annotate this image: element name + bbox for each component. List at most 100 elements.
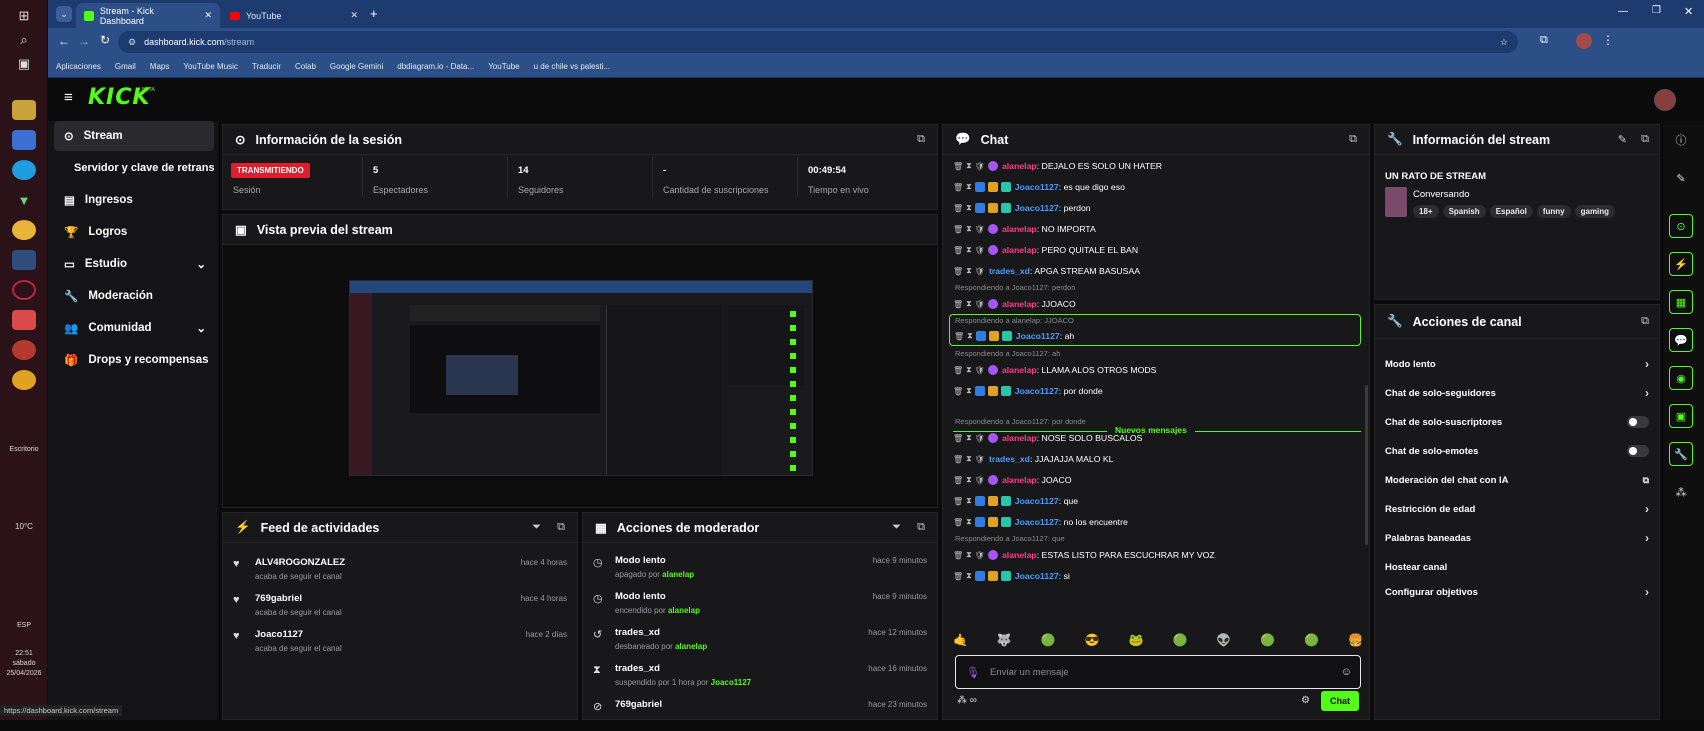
chat-message[interactable]: 🗑 ⧗ 🛡 alanelap: PERO QUITALE EL BAN [953,241,1359,259]
language-indicator[interactable]: ESP [2,622,46,629]
chat-message[interactable]: 🗑 ⧗ Joaco1127: no los encuentre [953,513,1359,531]
close-icon[interactable]: ✕ [350,10,358,21]
bookmark-item[interactable]: Aplicaciones [56,62,101,71]
edit-pencil-icon[interactable]: ✎ [1669,166,1693,190]
user-avatar[interactable] [1654,89,1676,111]
emote-icon[interactable]: 🟢 [1172,633,1187,653]
activity-widget-icon[interactable]: ⚡ [1669,252,1693,276]
chat-message[interactable]: 🗑 ⧗ Joaco1127: si [953,567,1359,585]
file-explorer-icon[interactable] [12,100,36,120]
emote-icon[interactable]: 🟢 [1304,633,1319,653]
hamburger-menu-icon[interactable]: ≡ [64,89,73,106]
bookmark-item[interactable]: dbdiagram.io - Data... [397,62,474,71]
trash-icon[interactable]: 🗑 [953,551,963,560]
menu-dots-icon[interactable]: ⋮ [1602,33,1614,47]
info-icon[interactable]: ⓘ [1669,128,1693,152]
chat-username[interactable]: Joaco1127 [1015,517,1059,527]
trash-icon[interactable]: 🗑 [953,204,963,213]
app-yellow-icon[interactable] [12,370,36,390]
chat-message[interactable]: 🗑 ⧗ Joaco1127: ah [949,314,1361,346]
emote-icon[interactable]: 🤙 [953,633,968,653]
trash-icon[interactable]: 🗑 [953,518,963,527]
popout-icon[interactable]: ⧉ [917,133,925,146]
app-v-icon[interactable]: ▼ [12,190,36,210]
timeout-icon[interactable]: ⧗ [966,224,972,234]
edge-icon[interactable] [12,160,36,180]
chat-username[interactable]: alanelap [1002,433,1037,443]
timeout-icon[interactable]: ⧗ [966,386,972,396]
close-window-icon[interactable]: ✕ [1684,5,1693,18]
emote-icon[interactable]: 🐺 [997,633,1012,653]
trash-icon[interactable]: 🗑 [953,387,963,396]
trash-icon[interactable]: 🗑 [953,300,963,309]
bookmark-item[interactable]: u de chile vs palesti... [534,62,610,71]
popout-icon[interactable]: ⧉ [1641,133,1649,146]
timeout-icon[interactable]: ⧗ [966,182,972,192]
chat-message[interactable]: 🗑 ⧗ 🛡 trades_xd: APGA STREAM BASUSAA [953,262,1359,280]
chat-username[interactable]: alanelap [1002,475,1037,485]
popout-icon[interactable]: ⧉ [917,521,925,534]
maximize-icon[interactable]: ❐ [1652,5,1661,16]
emote-icon[interactable]: 🍔 [1348,633,1363,653]
clock-time[interactable]: 22:51 [2,650,46,657]
more-widgets-icon[interactable]: ⁂ [1669,480,1693,504]
emote-icon[interactable]: 😎 [1085,633,1100,653]
sidebar-item-moderacion[interactable]: 🔧 Moderación [54,281,214,311]
bookmark-item[interactable]: Maps [150,62,170,71]
trash-icon[interactable]: 🗑 [953,455,963,464]
timeout-icon[interactable]: ⧗ [966,550,972,560]
chat-username[interactable]: trades_xd [989,454,1030,464]
chat-username[interactable]: trades_xd [989,266,1030,276]
reload-icon[interactable]: ↻ [100,33,110,47]
new-tab-icon[interactable]: + [370,6,378,21]
steam-icon[interactable] [12,250,36,270]
chat-username[interactable]: Joaco1127 [1015,571,1059,581]
trash-icon[interactable]: 🗑 [953,572,963,581]
opera-icon[interactable] [12,280,36,300]
popout-icon[interactable]: ⧉ [1349,133,1357,146]
forward-icon[interactable]: → [78,34,90,48]
bookmark-item[interactable]: Google Gemini [330,62,383,71]
sidebar-item-server-key[interactable]: Servidor y clave de retransm [54,153,214,183]
emoji-picker-icon[interactable]: ☺ [1341,666,1352,678]
chat-username[interactable]: alanelap [1002,365,1037,375]
sidebar-item-estudio[interactable]: ▭ Estudio ⌄ [54,249,214,279]
trash-icon[interactable]: 🗑 [953,246,963,255]
chat-username[interactable]: Joaco1127 [1015,203,1059,213]
channel-action-host[interactable]: Hostear canal [1385,556,1649,578]
bookmark-item[interactable]: YouTube Music [183,62,238,71]
timeout-icon[interactable]: ⧗ [966,203,972,213]
chat-tools-icon[interactable]: ⁂ ∞ [957,695,977,706]
bookmark-item[interactable]: Traducir [252,62,281,71]
chat-message[interactable]: 🗑 ⧗ 🛡 alanelap: ESTAS LISTO PARA ESCUCHRAR … [953,546,1359,564]
popout-icon[interactable]: ⧉ [1641,315,1649,328]
app-red-icon[interactable] [12,310,36,330]
emote-icon[interactable]: 🐸 [1129,633,1144,653]
chat-message[interactable]: 🗑 ⧗ Joaco1127: perdon [953,199,1359,217]
chat-username[interactable]: alanelap [1002,299,1037,309]
stream-preview-video[interactable] [349,280,813,476]
minimize-icon[interactable]: — [1618,6,1628,17]
windows-start-icon[interactable]: ⊞ [12,6,36,26]
back-icon[interactable]: ← [58,34,70,48]
channel-action-ai-moderation[interactable]: Moderación del chat con IA ⧉ [1385,469,1649,491]
trash-icon[interactable]: 🗑 [953,476,963,485]
chat-username[interactable]: Joaco1127 [1015,386,1059,396]
subs-only-toggle[interactable] [1627,416,1649,428]
tab-youtube[interactable]: YouTube ✕ [222,3,366,28]
chat-widget-icon[interactable]: 💬 [1669,328,1693,352]
chat-message[interactable]: 🗑 ⧗ Joaco1127: que [953,492,1359,510]
timeout-icon[interactable]: ⧗ [966,496,972,506]
tab-search-icon[interactable]: ⌄ [56,6,72,22]
sidebar-item-drops[interactable]: 🎁 Drops y recompensas [54,345,214,375]
emote-icon[interactable]: 🟢 [1260,633,1275,653]
chat-message[interactable]: 🗑 ⧗ Joaco1127: por donde [953,382,1359,400]
trash-icon[interactable]: 🗑 [953,162,963,171]
chat-input[interactable]: 🎙 Enviar un mensaje ☺ [955,655,1361,689]
chat-message[interactable]: 🗑 ⧗ 🛡 alanelap: JJOACO [953,295,1359,313]
timeout-icon[interactable]: ⧗ [966,245,972,255]
chat-username[interactable]: Joaco1127 [1016,331,1060,341]
filter-icon[interactable]: ⏷ [892,521,901,534]
timeout-icon[interactable]: ⧗ [966,161,972,171]
chrome-icon[interactable] [12,220,36,240]
